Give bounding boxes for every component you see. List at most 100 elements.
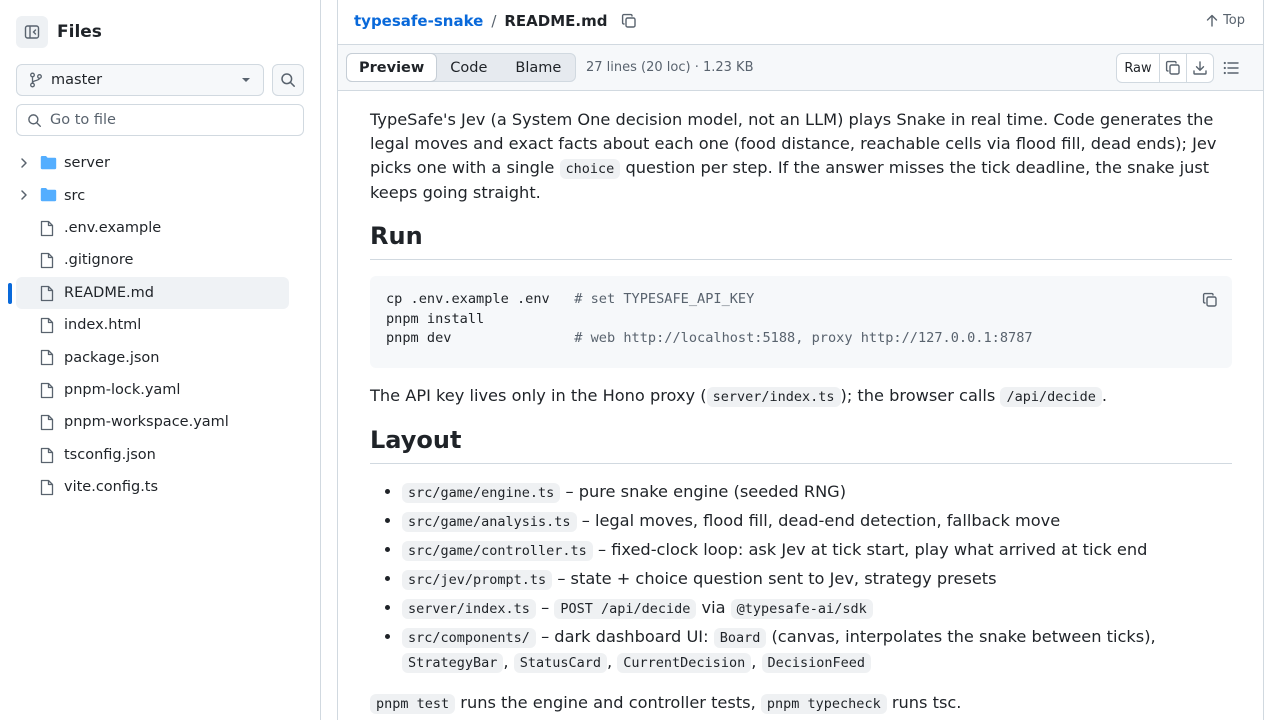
download-button[interactable]: [1186, 54, 1213, 82]
tree-file[interactable]: .gitignore: [16, 244, 289, 276]
view-mode-tabs: Preview Code Blame: [346, 53, 577, 82]
copy-icon: [1165, 60, 1180, 75]
list-item-text: – pure snake engine (seeded RNG): [560, 482, 847, 501]
copy-icon: [1202, 292, 1217, 307]
test-text-2: runs tsc.: [886, 693, 962, 712]
file-icon-wrap: [40, 349, 54, 370]
git-branch-icon: [30, 72, 42, 88]
search-files-button[interactable]: [272, 64, 304, 96]
sidebar-title: Files: [57, 22, 102, 42]
api-text-2: ); the browser calls: [840, 386, 1001, 405]
inline-code: src/jev/prompt.ts: [402, 570, 553, 590]
tree-item-label: index.html: [64, 317, 142, 334]
tree-item-label: .env.example: [64, 219, 162, 236]
list-separator: ,: [751, 652, 762, 671]
code-comment: # web http://localhost:5188, proxy http:…: [574, 330, 1033, 347]
branch-selector[interactable]: master: [16, 64, 264, 96]
raw-button[interactable]: Raw: [1117, 54, 1159, 82]
tree-item-label: src: [64, 187, 86, 204]
list-separator: ,: [503, 652, 514, 671]
inline-code: src/components/: [402, 628, 536, 648]
list-item-text: – fixed-clock loop: ask Jev at tick star…: [592, 540, 1148, 559]
chevron-right-icon: [21, 190, 27, 201]
folder-icon: [40, 188, 57, 202]
inline-code: server/index.ts: [402, 599, 536, 619]
tree-item-label: pnpm-workspace.yaml: [64, 414, 229, 431]
branch-name: master: [51, 72, 103, 88]
tree-item-label: README.md: [64, 284, 154, 301]
tree-folder[interactable]: src: [16, 179, 289, 211]
code-block: cp .env.example .env # set TYPESAFE_API_…: [370, 276, 1232, 368]
inline-code: src/game/controller.ts: [402, 541, 593, 561]
file-icon-wrap: [40, 414, 54, 435]
heading-run: Run: [370, 221, 1232, 260]
tree-file[interactable]: .env.example: [16, 212, 289, 244]
tree-file[interactable]: pnpm-lock.yaml: [16, 374, 289, 406]
code-command: cp .env.example .env: [386, 291, 575, 307]
tab-preview[interactable]: Preview: [346, 53, 438, 82]
tree-item-label: pnpm-lock.yaml: [64, 381, 181, 398]
go-to-file-input[interactable]: [50, 112, 290, 128]
search-icon: [281, 73, 295, 87]
list-item-text: via: [696, 598, 731, 617]
api-text-1: The API key lives only in the Hono proxy…: [370, 386, 707, 405]
sidebar-header: Files: [16, 16, 102, 48]
tree-file[interactable]: package.json: [16, 341, 289, 373]
list-item-text: (canvas, interpolates the snake between …: [766, 627, 1156, 646]
inline-code: StatusCard: [513, 653, 607, 673]
code-line: cp .env.example .env # set TYPESAFE_API_…: [386, 290, 1216, 310]
expand-folder-toggle[interactable]: [19, 156, 29, 174]
tree-file[interactable]: index.html: [16, 309, 289, 341]
outline-button[interactable]: [1218, 56, 1244, 80]
code-line: pnpm install: [386, 310, 1216, 330]
list-item: server/index.ts – POST /api/decide via @…: [402, 596, 1232, 621]
tree-item-label: package.json: [64, 349, 160, 366]
tree-item-label: tsconfig.json: [64, 446, 156, 463]
inline-code: pnpm typecheck: [760, 694, 887, 714]
list-item: src/game/controller.ts – fixed-clock loo…: [402, 538, 1232, 563]
inline-code: src/game/analysis.ts: [402, 512, 577, 532]
expand-folder-toggle[interactable]: [19, 188, 29, 206]
file-icon: [40, 285, 54, 301]
search-icon: [28, 113, 42, 127]
code-line: pnpm dev # web http://localhost:5188, pr…: [386, 329, 1216, 349]
tree-file[interactable]: README.md: [8, 276, 289, 309]
list-separator: ,: [606, 652, 618, 671]
file-icon: [40, 414, 54, 431]
breadcrumb-repo-link[interactable]: typesafe-snake: [354, 12, 483, 30]
inline-code: src/game/engine.ts: [402, 483, 561, 503]
copy-icon: [622, 13, 637, 28]
copy-path-button[interactable]: [621, 13, 637, 29]
file-icon-wrap: [40, 285, 54, 306]
api-text-3: .: [1101, 386, 1108, 405]
tab-blame[interactable]: Blame: [501, 54, 575, 81]
code-comment: # set TYPESAFE_API_KEY: [574, 291, 755, 307]
breadcrumb: typesafe-snake / README.md: [354, 12, 637, 30]
test-text-1: runs the engine and controller tests,: [455, 693, 761, 712]
list-unordered-icon: [1223, 61, 1239, 75]
file-header: typesafe-snake / README.md Top: [337, 0, 1264, 45]
tree-folder[interactable]: server: [16, 147, 289, 179]
tree-item-label: .gitignore: [64, 252, 134, 269]
file-icon-wrap: [40, 447, 54, 468]
layout-list: src/game/engine.ts – pure snake engine (…: [370, 480, 1232, 675]
list-item-text: – state + choice question sent to Jev, s…: [552, 569, 997, 588]
list-item-text: – dark dashboard UI:: [535, 627, 714, 646]
tree-file[interactable]: tsconfig.json: [16, 439, 289, 471]
inline-code: server/index.ts: [706, 387, 841, 407]
list-item-text: – legal moves, flood fill, dead-end dete…: [576, 511, 1061, 530]
go-to-file-field[interactable]: [16, 104, 304, 136]
tree-file[interactable]: vite.config.ts: [16, 471, 289, 503]
folder-icon-wrap: [40, 155, 57, 174]
inline-code: POST /api/decide: [554, 599, 697, 619]
top-label: Top: [1223, 13, 1245, 28]
code-command: pnpm install: [386, 310, 485, 327]
folder-icon-wrap: [40, 187, 57, 206]
tab-code[interactable]: Code: [436, 54, 501, 81]
tree-file[interactable]: pnpm-workspace.yaml: [16, 406, 289, 438]
copy-code-button[interactable]: [1196, 286, 1224, 314]
back-to-top-button[interactable]: Top: [1206, 13, 1245, 28]
copy-raw-button[interactable]: [1159, 54, 1186, 82]
file-icon-wrap: [40, 479, 54, 500]
collapse-sidebar-button[interactable]: [16, 16, 48, 48]
